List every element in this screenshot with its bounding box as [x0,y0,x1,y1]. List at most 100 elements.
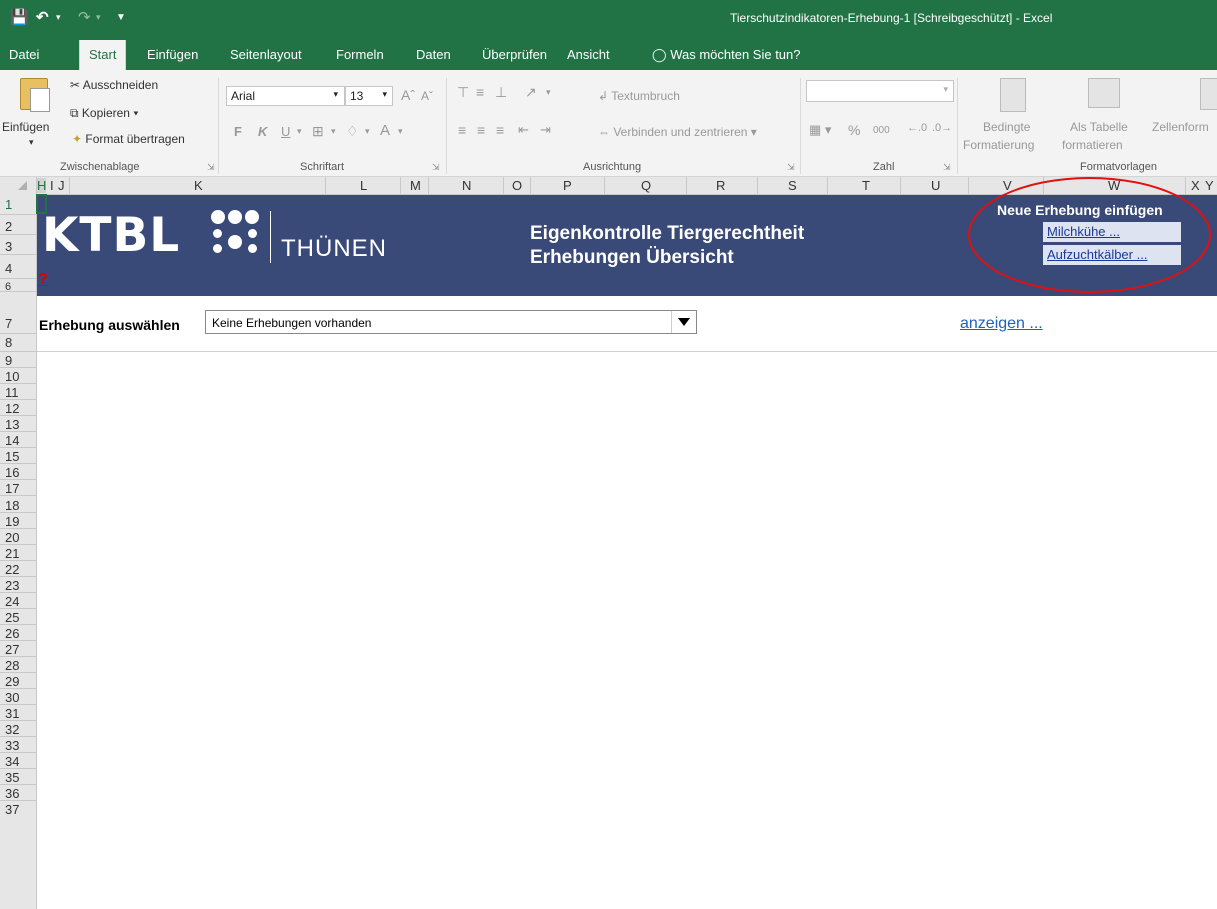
customize-qat-icon[interactable]: ▼ [116,12,126,23]
column-header-x[interactable]: X [1191,178,1200,193]
column-header-r[interactable]: R [716,178,725,193]
row-header[interactable]: 11 [5,386,19,399]
align-left-icon[interactable]: ≡ [458,122,466,138]
number-launcher-icon[interactable]: ⇲ [943,162,951,173]
row-header[interactable]: 34 [5,755,19,768]
column-header-s[interactable]: S [788,178,797,193]
conditional-formatting-label-1[interactable]: Bedingte [983,120,1030,134]
italic-button[interactable]: K [258,124,267,139]
column-header-l[interactable]: L [360,178,367,193]
column-header-o[interactable]: O [512,178,522,193]
row-header[interactable]: 2 [5,220,12,233]
tab-formeln[interactable]: Formeln [336,47,384,62]
cut-button[interactable]: ✂ Ausschneiden [70,78,158,92]
align-bottom-icon[interactable]: ⊥ [495,84,507,101]
save-icon[interactable]: 💾 [10,8,29,26]
redo-icon[interactable]: ↷ [78,8,91,26]
column-header-i[interactable]: I [50,178,54,193]
align-top-icon[interactable]: ⊤ [457,84,469,101]
font-name-combo[interactable]: Arial ▾ [226,86,345,106]
tab-einfuegen[interactable]: Einfügen [147,47,198,62]
undo-dropdown-icon[interactable]: ▾ [56,12,61,23]
shrink-font-icon[interactable]: Aˇ [421,89,433,103]
percent-button[interactable]: % [848,122,860,138]
format-painter-button[interactable]: ✦ Format übertragen [72,132,185,146]
clipboard-launcher-icon[interactable]: ⇲ [207,162,215,173]
column-header-h[interactable]: H [37,178,47,193]
row-header[interactable]: 35 [5,771,19,784]
column-header-t[interactable]: T [862,178,870,193]
tab-seitenlayout[interactable]: Seitenlayout [230,47,302,62]
row-header[interactable]: 1 [5,198,12,211]
cell-styles-icon[interactable] [1200,78,1217,110]
row-header[interactable]: 32 [5,723,19,736]
column-header-u[interactable]: U [931,178,940,193]
row-header[interactable]: 18 [5,499,19,512]
tell-me-box[interactable]: ◯ Was möchten Sie tun? [652,47,801,63]
tab-ueberpruefen[interactable]: Überprüfen [482,47,547,62]
font-color-icon[interactable]: A [380,122,390,139]
row-header[interactable]: 10 [5,370,19,383]
thousands-button[interactable]: 000 [873,125,890,136]
column-header-p[interactable]: P [563,178,572,193]
orientation-dropdown-icon[interactable]: ▾ [546,87,551,98]
currency-icon[interactable]: ▦ ▾ [809,122,831,138]
row-header[interactable]: 3 [5,240,12,253]
row-header[interactable]: 14 [5,434,19,447]
row-header[interactable]: 21 [5,547,19,560]
decrease-decimal-icon[interactable]: .0→ [932,122,952,134]
alignment-launcher-icon[interactable]: ⇲ [787,162,795,173]
conditional-formatting-icon[interactable] [1000,78,1026,112]
align-middle-icon[interactable]: ≡ [476,84,484,100]
row-header[interactable]: 30 [5,691,19,704]
show-survey-link[interactable]: anzeigen ... [960,315,1043,333]
row-header[interactable]: 4 [5,262,12,275]
row-header[interactable]: 29 [5,675,19,688]
underline-button[interactable]: U [281,124,290,139]
increase-decimal-icon[interactable]: ←.0 [907,122,927,134]
font-color-dropdown-icon[interactable]: ▾ [398,126,403,137]
border-icon[interactable]: ⊞ [312,123,324,140]
row-header[interactable]: 25 [5,611,19,624]
align-center-icon[interactable]: ≡ [477,122,485,138]
select-all-icon[interactable] [18,181,27,190]
undo-icon[interactable]: ↶ [36,8,49,26]
number-format-combo[interactable]: ▾ [806,80,954,102]
tab-daten[interactable]: Daten [416,47,451,62]
survey-dropdown[interactable]: Keine Erhebungen vorhanden [205,310,697,334]
grow-font-icon[interactable]: Aˆ [401,87,415,103]
row-header[interactable]: 20 [5,531,19,544]
row-header[interactable]: 6 [5,281,11,294]
row-header[interactable]: 22 [5,563,19,576]
bold-button[interactable]: F [234,124,242,139]
underline-dropdown-icon[interactable]: ▾ [297,126,302,137]
decrease-indent-icon[interactable]: ⇤ [518,122,529,138]
font-launcher-icon[interactable]: ⇲ [432,162,440,173]
copy-button[interactable]: ⧉ Kopieren ▾ [70,106,138,121]
tab-datei[interactable]: Datei [9,47,39,62]
row-header[interactable]: 8 [5,336,12,349]
row-header[interactable]: 28 [5,659,19,672]
format-as-table-icon[interactable] [1088,78,1120,108]
row-header[interactable]: 27 [5,643,19,656]
row-header[interactable]: 37 [5,803,19,816]
paste-button[interactable]: Einfügen [2,120,49,134]
row-header[interactable]: 7 [5,317,12,330]
row-header[interactable]: 31 [5,707,19,720]
column-header-y[interactable]: Y [1205,178,1214,193]
column-header-n[interactable]: N [462,178,471,193]
row-header[interactable]: 17 [5,482,19,495]
row-header[interactable]: 24 [5,595,19,608]
row-header[interactable]: 16 [5,466,19,479]
column-header-m[interactable]: M [410,178,421,193]
column-header-j[interactable]: J [58,178,65,193]
paste-dropdown-icon[interactable]: ▾ [29,137,34,148]
row-header[interactable]: 12 [5,402,19,415]
font-size-combo[interactable]: 13 ▾ [345,86,393,106]
tab-ansicht[interactable]: Ansicht [567,47,610,62]
align-right-icon[interactable]: ≡ [496,122,504,138]
increase-indent-icon[interactable]: ⇥ [540,122,551,138]
row-header[interactable]: 23 [5,579,19,592]
column-header-k[interactable]: K [194,178,203,193]
border-dropdown-icon[interactable]: ▾ [331,126,336,137]
